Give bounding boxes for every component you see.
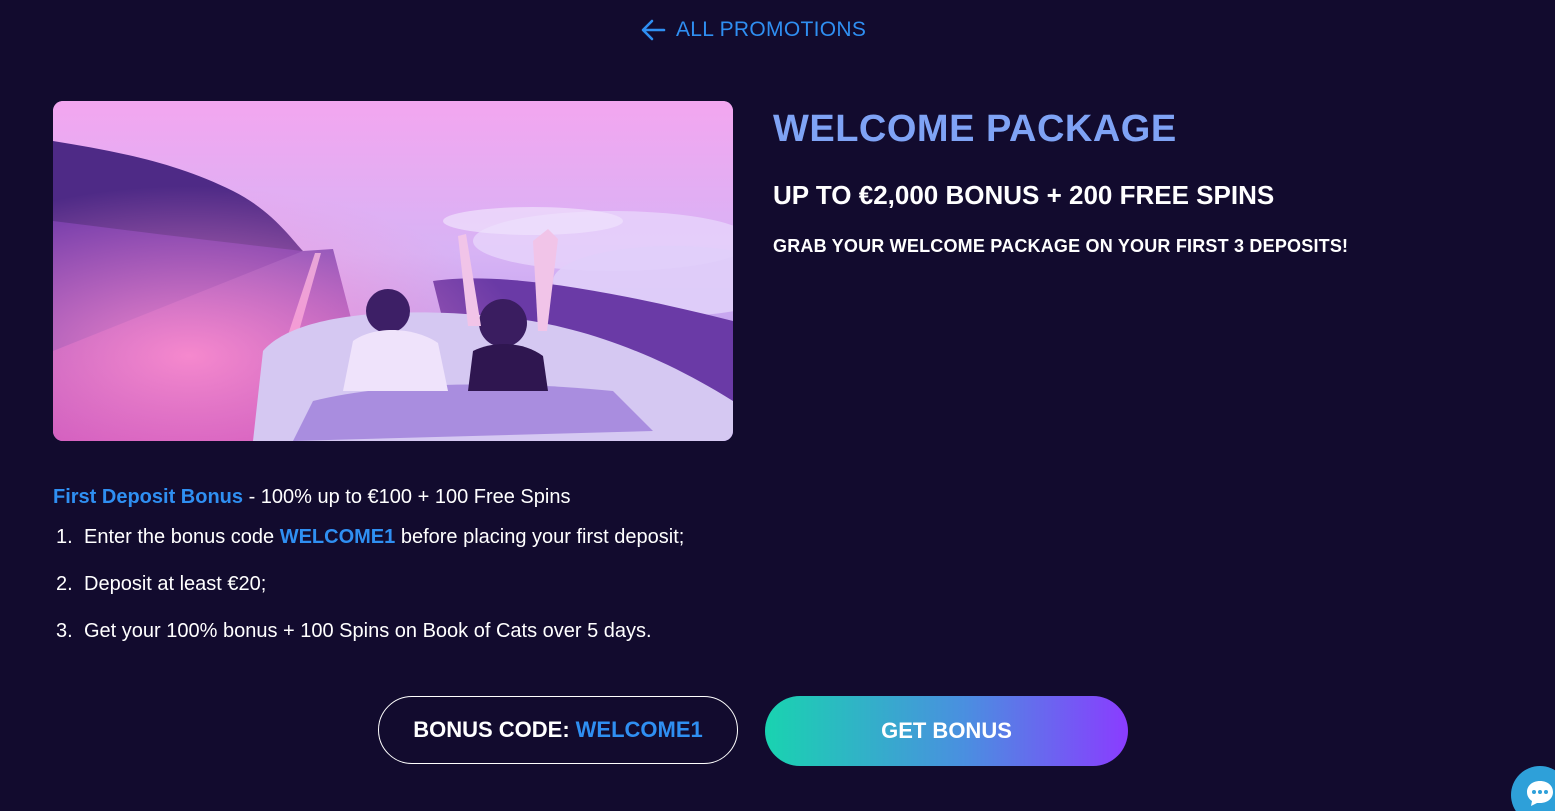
promo-tagline: GRAB YOUR WELCOME PACKAGE ON YOUR FIRST … <box>773 236 1349 256</box>
first-deposit-title: First Deposit Bonus <box>53 486 244 508</box>
list-item: 1. Enter the bonus code WELCOME1 before … <box>56 526 685 548</box>
promotion-page: ALL PROMOTIONS WELCOME PACKAGE UP TO €2,… <box>0 0 1555 811</box>
chat-button[interactable] <box>1511 766 1555 811</box>
bonus-code-button[interactable]: BONUS CODE: WELCOME1 <box>378 696 738 764</box>
bonus-steps-list: 1. Enter the bonus code WELCOME1 before … <box>53 524 773 644</box>
bonus-code-value: WELCOME1 <box>575 717 703 742</box>
chat-bubble-icon <box>1524 778 1555 811</box>
first-deposit-offer: - 100% up to €100 + 100 Free Spins <box>243 486 571 508</box>
arrow-left-icon <box>640 19 666 41</box>
convertible-sunset-illustration <box>53 101 733 441</box>
get-bonus-label: GET BONUS <box>881 718 1012 743</box>
all-promotions-link[interactable]: ALL PROMOTIONS <box>640 18 866 42</box>
promo-details: First Deposit Bonus - 100% up to €100 + … <box>53 484 773 665</box>
list-item: 2. Deposit at least €20; <box>56 573 267 595</box>
promo-subtitle: UP TO €2,000 BONUS + 200 FREE SPINS <box>773 180 1275 210</box>
all-promotions-label: ALL PROMOTIONS <box>676 18 867 41</box>
get-bonus-button[interactable]: GET BONUS <box>765 696 1128 766</box>
promo-title: WELCOME PACKAGE <box>773 108 1177 150</box>
promo-hero-image <box>53 101 733 441</box>
bonus-code-label: BONUS CODE: <box>413 717 570 742</box>
first-deposit-heading: First Deposit Bonus - 100% up to €100 + … <box>53 484 773 510</box>
bonus-code-inline: WELCOME1 <box>279 526 396 548</box>
list-item: 3. Get your 100% bonus + 100 Spins on Bo… <box>56 620 652 642</box>
